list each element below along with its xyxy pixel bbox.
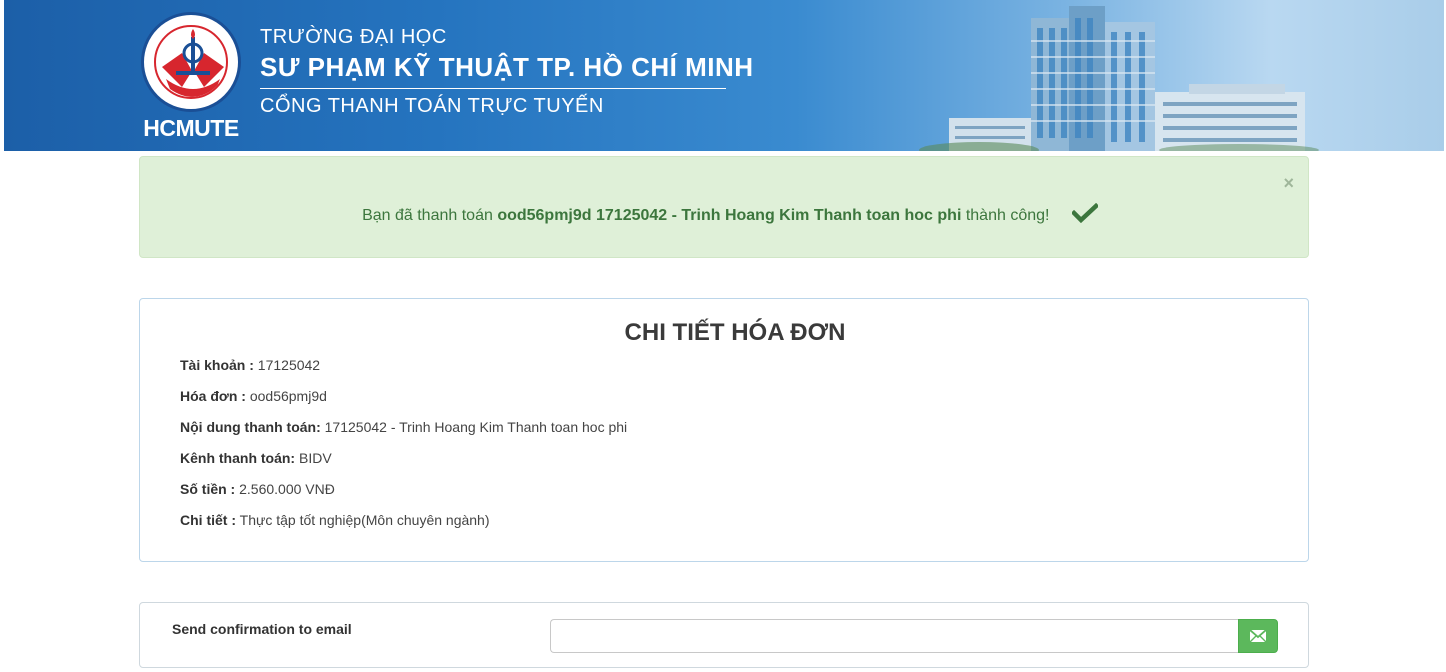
row-value: 17125042 - Trinh Hoang Kim Thanh toan ho… [324,419,628,435]
title-line-3: CỔNG THANH TOÁN TRỰC TUYẾN [260,95,604,117]
campus-building-image [919,6,1319,151]
row-label: Nội dung thanh toán: [180,419,321,435]
row-label: Chi tiết : [180,512,236,528]
message-bold: ood56pmj9d 17125042 - Trinh Hoang Kim Th… [497,207,962,224]
invoice-row-invoice: Hóa đơn : ood56pmj9d [180,388,327,404]
row-value: BIDV [299,450,332,466]
invoice-row-content: Nội dung thanh toán: 17125042 - Trinh Ho… [180,419,627,435]
invoice-row-account: Tài khoản : 17125042 [180,357,320,373]
invoice-row-channel: Kênh thanh toán: BIDV [180,450,332,466]
row-label: Hóa đơn : [180,388,246,404]
logo-text: HCMUTE [143,115,239,141]
invoice-row-amount: Số tiền : 2.560.000 VNĐ [180,481,335,497]
row-value: 2.560.000 VNĐ [239,481,335,497]
email-label: Send confirmation to email [172,621,352,637]
row-label: Tài khoản : [180,357,254,373]
check-icon [1070,202,1100,228]
invoice-title: CHI TIẾT HÓA ĐƠN [624,319,846,346]
email-confirmation-panel: Send confirmation to email [139,602,1309,668]
success-message: Bạn đã thanh toán ood56pmj9d 17125042 - … [140,202,1310,228]
row-value: Thực tập tốt nghiệp(Môn chuyên ngành) [239,512,490,528]
title-line-1: TRƯỜNG ĐẠI HỌC [260,26,447,48]
row-value: 17125042 [257,357,321,373]
header-banner: HCMUTE TRƯỜNG ĐẠI HỌC SƯ PHẠM KỸ THUẬT T… [4,0,1444,151]
message-prefix: Bạn đã thanh toán [362,207,498,224]
school-logo[interactable]: HCMUTE [139,12,243,142]
invoice-panel: CHI TIẾT HÓA ĐƠN Tài khoản : 17125042 Hó… [139,298,1309,562]
message-suffix: thành công! [961,207,1050,224]
header-title: TRƯỜNG ĐẠI HỌC SƯ PHẠM KỸ THUẬT TP. HỒ C… [260,24,753,121]
title-line-2: SƯ PHẠM KỸ THUẬT TP. HỒ CHÍ MINH [260,50,753,89]
row-value: ood56pmj9d [249,388,327,404]
row-label: Số tiền : [180,481,236,497]
emblem-icon [162,29,224,97]
send-email-button[interactable] [1238,619,1278,653]
success-alert: × Bạn đã thanh toán ood56pmj9d 17125042 … [139,156,1309,258]
close-icon[interactable]: × [1283,173,1294,194]
invoice-row-detail: Chi tiết : Thực tập tốt nghiệp(Môn chuyê… [180,512,490,528]
logo-emblem [141,12,241,112]
envelope-icon [1250,630,1266,642]
email-input[interactable] [550,619,1240,653]
row-label: Kênh thanh toán: [180,450,296,466]
